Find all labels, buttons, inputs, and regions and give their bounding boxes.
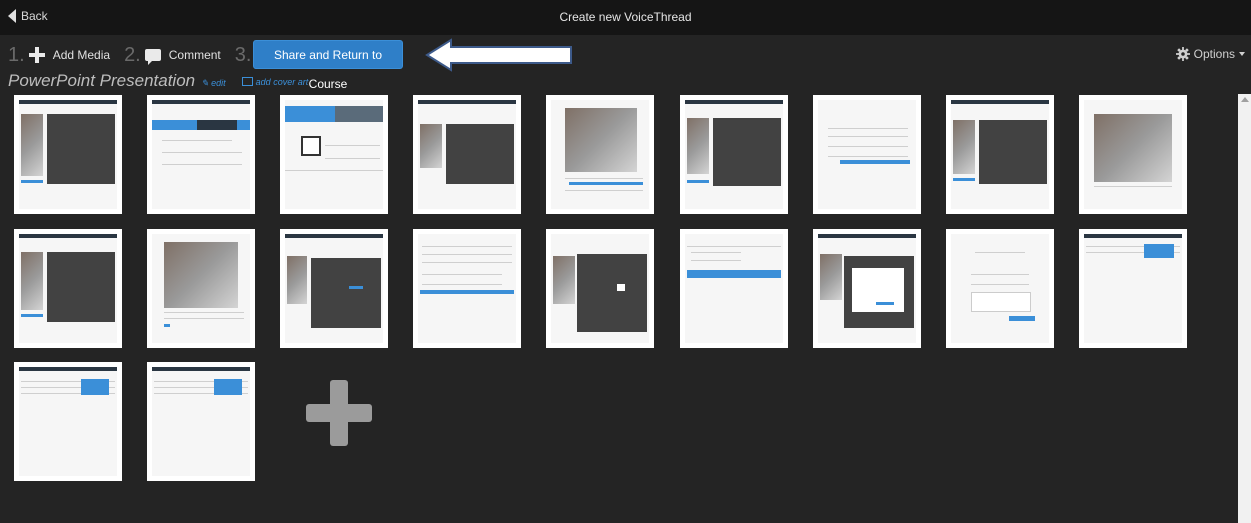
slide-thumbnail[interactable] bbox=[680, 229, 788, 348]
slide-thumbnail[interactable] bbox=[280, 95, 388, 214]
slide-thumbnail[interactable] bbox=[546, 229, 654, 348]
slide-thumbnail[interactable] bbox=[280, 229, 388, 348]
comment-icon bbox=[144, 49, 161, 65]
slide-thumbnail[interactable] bbox=[14, 362, 122, 481]
slide-thumbnail[interactable] bbox=[946, 229, 1054, 348]
step-bar: 1. Add Media 2. Comment 3. bbox=[8, 40, 255, 70]
scrollbar[interactable] bbox=[1238, 94, 1251, 523]
share-and-return-button[interactable]: Share and Return to Course bbox=[253, 40, 403, 91]
add-cover-art-link[interactable]: add cover art bbox=[241, 76, 309, 87]
comment-button[interactable]: Comment bbox=[144, 48, 221, 65]
add-media-label: Add Media bbox=[52, 48, 111, 62]
slide-thumbnail[interactable] bbox=[14, 95, 122, 214]
slide-thumbnail[interactable] bbox=[147, 95, 255, 214]
cover-label: add cover art bbox=[255, 76, 309, 87]
caret-down-icon bbox=[1239, 52, 1245, 56]
step-number-1: 1. bbox=[8, 43, 25, 66]
slide-thumbnail[interactable] bbox=[1079, 229, 1187, 348]
slide-thumbnail[interactable] bbox=[413, 229, 521, 348]
slide-thumbnail[interactable] bbox=[1079, 95, 1187, 214]
slide-thumbnail[interactable] bbox=[14, 229, 122, 348]
top-bar: Back Create new VoiceThread bbox=[0, 0, 1251, 35]
image-icon bbox=[241, 77, 253, 86]
options-menu[interactable]: Options bbox=[1175, 47, 1245, 61]
step-number-2: 2. bbox=[124, 43, 141, 66]
presentation-title: PowerPoint Presentation bbox=[8, 71, 196, 90]
step-number-3: 3. bbox=[234, 43, 252, 66]
plus-icon bbox=[28, 47, 45, 63]
edit-label: edit bbox=[211, 78, 226, 88]
slide-thumbnail[interactable] bbox=[147, 362, 255, 481]
slide-thumbnail[interactable] bbox=[680, 95, 788, 214]
slide-thumbnail[interactable] bbox=[813, 95, 921, 214]
options-label: Options bbox=[1193, 47, 1235, 61]
add-slide-plus-icon[interactable] bbox=[306, 380, 372, 446]
add-media-button[interactable]: Add Media bbox=[28, 47, 111, 63]
presentation-title-row: PowerPoint Presentation ✎ edit add cover… bbox=[8, 71, 308, 91]
comment-label: Comment bbox=[168, 48, 221, 62]
gear-icon bbox=[1175, 47, 1190, 61]
edit-title-link[interactable]: ✎ edit bbox=[201, 78, 226, 89]
slide-thumbnail[interactable] bbox=[147, 229, 255, 348]
page-title: Create new VoiceThread bbox=[559, 10, 692, 24]
slide-thumbnail[interactable] bbox=[413, 95, 521, 214]
pointer-arrow-icon bbox=[425, 38, 572, 72]
scroll-up-icon[interactable] bbox=[1241, 97, 1249, 102]
slide-thumbnail[interactable] bbox=[546, 95, 654, 214]
slide-thumbnail[interactable] bbox=[946, 95, 1054, 214]
slide-thumbnail[interactable] bbox=[813, 229, 921, 348]
